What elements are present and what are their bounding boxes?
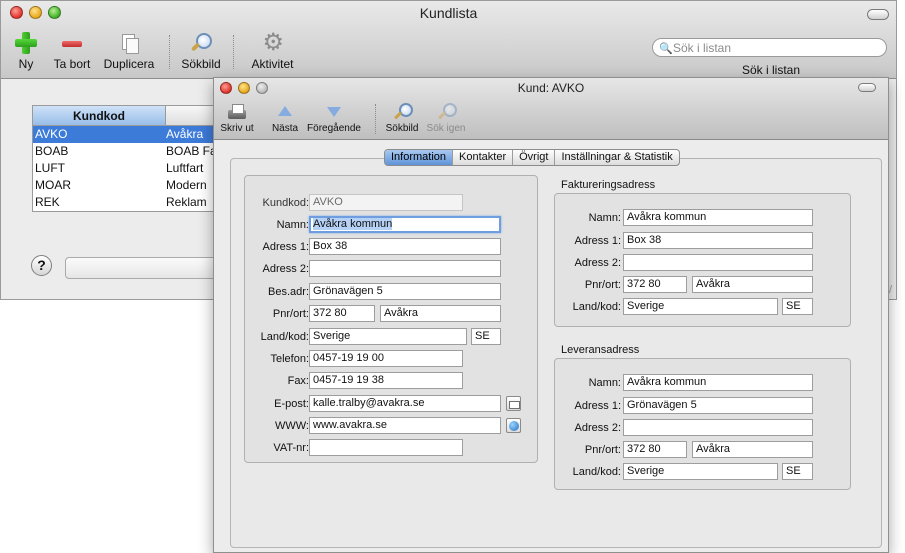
visit-address-input[interactable]: Grönavägen 5 (309, 283, 501, 300)
window-title: Kundlista (419, 5, 478, 21)
printer-icon (227, 102, 247, 122)
duplicate-icon (117, 31, 141, 55)
toolbar-separator (375, 104, 376, 134)
customer-list[interactable]: Kundkod AVKO Avåkra BOAB BOAB Fa LUFT Lu… (32, 105, 232, 212)
search-image-button[interactable]: Sökbild (382, 102, 422, 134)
vat-input[interactable] (309, 439, 463, 456)
www-input[interactable]: www.avakra.se (309, 417, 501, 434)
list-row[interactable]: REK Reklam (33, 194, 231, 211)
fax-input[interactable]: 0457-19 19 38 (309, 372, 463, 389)
email-input[interactable]: kalle.tralby@avakra.se (309, 395, 501, 412)
status-field (65, 257, 225, 279)
address1-input[interactable]: Box 38 (309, 238, 501, 255)
country-code-input[interactable]: SE (471, 328, 501, 345)
arrow-up-icon (275, 102, 295, 122)
delivery-zip-input[interactable]: 372 80 (623, 441, 687, 458)
delivery-city-input[interactable]: Avåkra (692, 441, 813, 458)
delivery-country-input[interactable]: Sverige (623, 463, 778, 480)
search-placeholder: Sök i listan (673, 41, 732, 55)
list-row[interactable]: BOAB BOAB Fa (33, 143, 231, 160)
delivery-address-group: Namn: Avåkra kommun Adress 1: Grönavägen… (554, 358, 851, 490)
print-button[interactable]: Skriv ut (217, 102, 257, 134)
toolbar-toggle-button[interactable] (867, 9, 889, 20)
window-title: Kund: AVKO (517, 81, 585, 95)
list-row[interactable]: AVKO Avåkra (33, 126, 231, 143)
list-row[interactable]: LUFT Luftfart (33, 160, 231, 177)
list-row[interactable]: MOAR Modern (33, 177, 231, 194)
magnifier-icon (392, 102, 413, 122)
tab-settings-statistics[interactable]: Inställningar & Statistik (555, 150, 678, 165)
new-button[interactable]: Ny (11, 31, 41, 71)
minus-icon (60, 31, 84, 55)
delivery-name-input[interactable]: Avåkra kommun (623, 374, 813, 391)
delivery-address1-input[interactable]: Grönavägen 5 (623, 397, 813, 414)
customer-detail-titlebar: Kund: AVKO Skriv ut Nästa Föregående Sök… (214, 78, 888, 140)
billing-city-input[interactable]: Avåkra (692, 276, 813, 293)
billing-group-title: Faktureringsadress (561, 179, 656, 191)
column-header-code[interactable]: Kundkod (33, 106, 166, 125)
city-input[interactable]: Avåkra (380, 305, 501, 322)
name-input[interactable]: Avåkra kommun (309, 216, 501, 233)
toolbar-separator (169, 35, 170, 69)
search-list-input[interactable]: 🔍 Sök i listan (652, 38, 887, 57)
gear-icon (261, 28, 285, 57)
zip-input[interactable]: 372 80 (309, 305, 375, 322)
search-caption: Sök i listan (742, 63, 801, 77)
tab-other[interactable]: Övrigt (513, 150, 556, 165)
search-image-button[interactable]: Sökbild (175, 31, 227, 71)
tab-contacts[interactable]: Kontakter (453, 150, 514, 165)
delivery-address2-input[interactable] (623, 419, 813, 436)
toolbar-separator (233, 35, 234, 69)
billing-address1-input[interactable]: Box 38 (623, 232, 813, 249)
tab-information[interactable]: Information (385, 150, 454, 165)
billing-address-group: Namn: Avåkra kommun Adress 1: Box 38 Adr… (554, 193, 851, 327)
list-header: Kundkod (33, 106, 231, 126)
delivery-country-code-input[interactable]: SE (782, 463, 813, 480)
delete-button[interactable]: Ta bort (47, 31, 97, 71)
country-input[interactable]: Sverige (309, 328, 467, 345)
arrow-down-icon (324, 102, 344, 122)
customer-list-titlebar: Kundlista Ny Ta bort Duplicera Sökbild A… (1, 1, 896, 79)
billing-country-code-input[interactable]: SE (782, 298, 813, 315)
previous-button[interactable]: Föregående (304, 102, 364, 134)
magnifier-icon (436, 102, 457, 122)
activity-button[interactable]: Aktivitet (245, 28, 300, 71)
tab-bar: Information Kontakter Övrigt Inställning… (384, 149, 680, 166)
billing-country-input[interactable]: Sverige (623, 298, 778, 315)
tab-content-panel: Kundkod: AVKO Namn: Avåkra kommun Adress… (230, 158, 882, 548)
globe-icon[interactable] (506, 418, 521, 433)
search-again-button[interactable]: Sök igen (424, 102, 468, 134)
next-button[interactable]: Nästa (269, 102, 301, 134)
magnifier-icon (189, 31, 213, 55)
information-group: Kundkod: AVKO Namn: Avåkra kommun Adress… (244, 175, 538, 463)
toolbar-toggle-button[interactable] (858, 83, 876, 92)
billing-zip-input[interactable]: 372 80 (623, 276, 687, 293)
address2-input[interactable] (309, 260, 501, 277)
billing-address2-input[interactable] (623, 254, 813, 271)
mail-icon[interactable] (506, 396, 521, 411)
help-button[interactable]: ? (31, 255, 52, 276)
duplicate-button[interactable]: Duplicera (98, 31, 160, 71)
phone-input[interactable]: 0457-19 19 00 (309, 350, 463, 367)
plus-icon (14, 31, 38, 55)
billing-name-input[interactable]: Avåkra kommun (623, 209, 813, 226)
search-icon: 🔍 (659, 43, 673, 55)
delivery-group-title: Leveransadress (561, 344, 640, 356)
customer-detail-window: Kund: AVKO Skriv ut Nästa Föregående Sök… (213, 77, 889, 553)
customer-code-field: AVKO (309, 194, 463, 211)
